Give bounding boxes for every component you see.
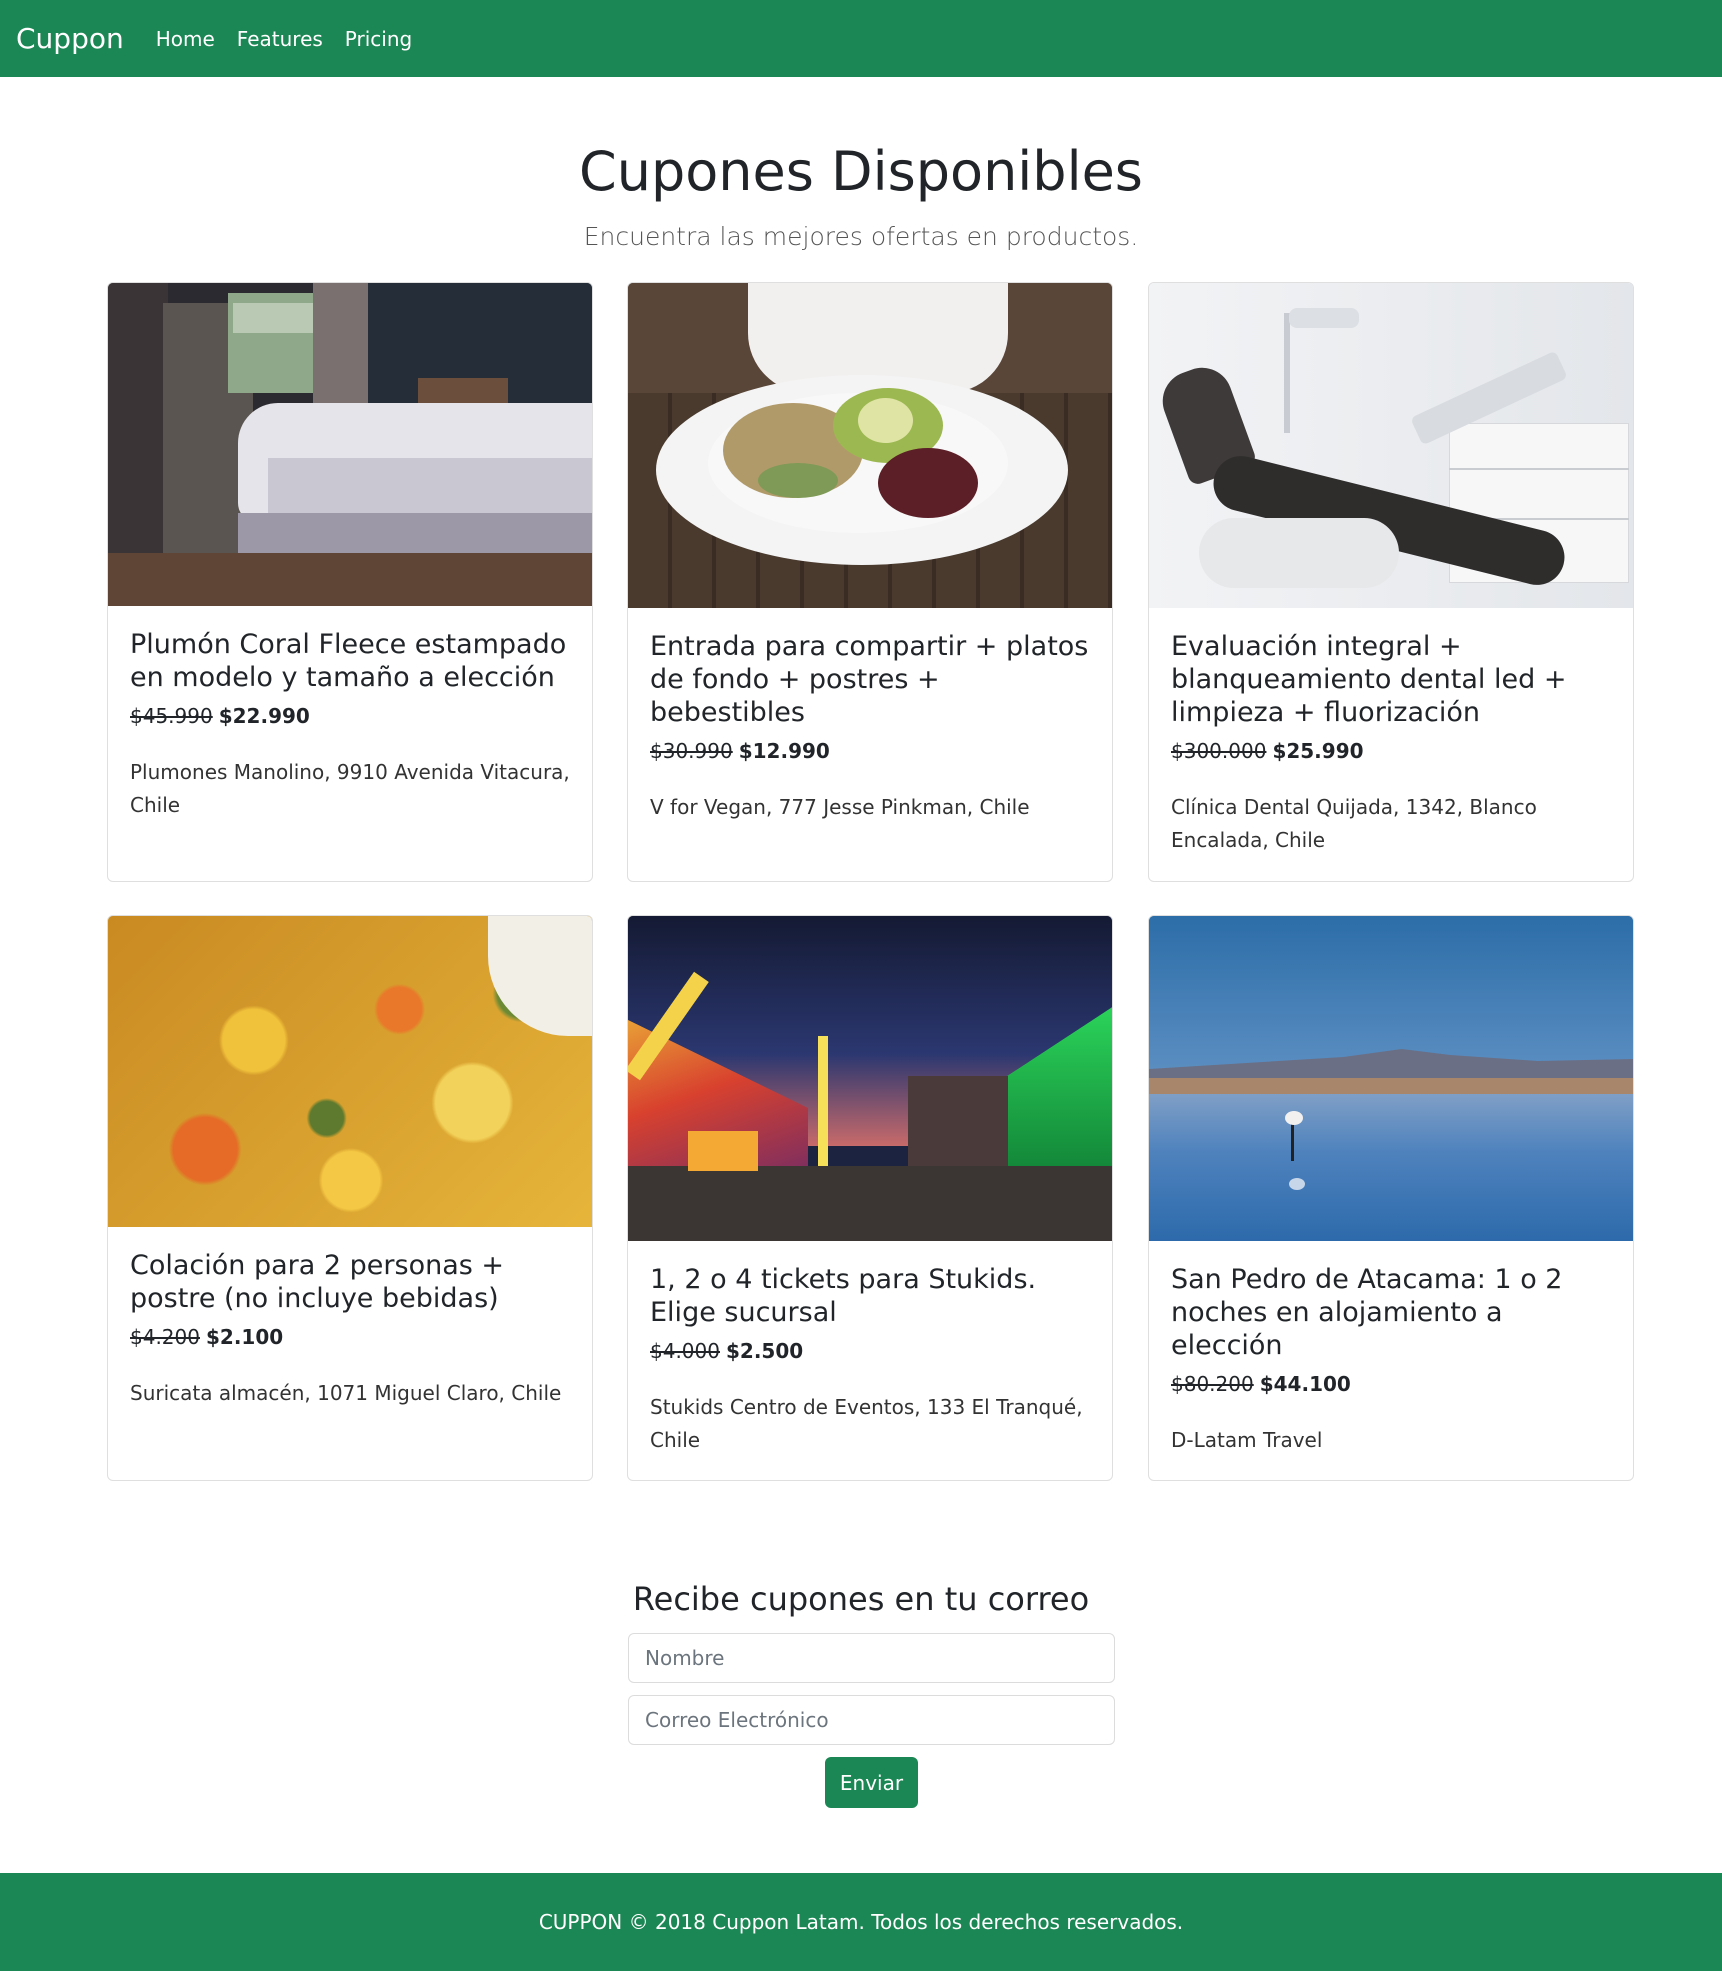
nav-link-pricing[interactable]: Pricing xyxy=(345,27,412,51)
coupon-location: D-Latam Travel xyxy=(1171,1428,1323,1452)
old-price: $4.200 xyxy=(130,1325,200,1349)
coupon-location: Clínica Dental Quijada, 1342, Blanco Enc… xyxy=(1171,795,1537,852)
coupon-title: Colación para 2 personas + postre (no in… xyxy=(130,1250,505,1314)
coupon-location: Suricata almacén, 1071 Miguel Claro, Chi… xyxy=(130,1381,562,1405)
submit-button[interactable]: Enviar xyxy=(825,1757,918,1808)
bedroom-photo xyxy=(108,283,592,606)
page-title: Cupones Disponibles xyxy=(579,140,1143,203)
name-input[interactable] xyxy=(628,1633,1115,1683)
old-price: $4.000 xyxy=(650,1339,720,1363)
new-price: $25.990 xyxy=(1272,739,1364,763)
coupon-price: $30.990 $12.990 xyxy=(650,737,1090,765)
coupon-title: Evaluación integral + blanqueamiento den… xyxy=(1171,631,1567,728)
new-price: $12.990 xyxy=(738,739,830,763)
coupon-location: Plumones Manolino, 9910 Avenida Vitacura… xyxy=(130,760,570,817)
old-price: $300.000 xyxy=(1171,739,1267,763)
newsletter-title: Recibe cupones en tu correo xyxy=(632,1580,1090,1618)
brand-logo[interactable]: Cuppon xyxy=(16,22,124,55)
coupon-location: Stukids Centro de Eventos, 133 El Tranqu… xyxy=(650,1395,1083,1452)
coupon-card[interactable]: Entrada para compartir + platos de fondo… xyxy=(627,282,1113,882)
coupon-price: $4.200 $2.100 xyxy=(130,1323,570,1351)
new-price: $2.500 xyxy=(725,1339,804,1363)
email-input[interactable] xyxy=(628,1695,1115,1745)
coupon-title: Plumón Coral Fleece estampado en modelo … xyxy=(130,629,567,693)
coupon-location: V for Vegan, 777 Jesse Pinkman, Chile xyxy=(650,795,1030,819)
coupon-card[interactable]: San Pedro de Atacama: 1 o 2 noches en al… xyxy=(1148,915,1634,1481)
coupon-title: San Pedro de Atacama: 1 o 2 noches en al… xyxy=(1171,1264,1563,1361)
coupon-card[interactable]: Colación para 2 personas + postre (no in… xyxy=(107,915,593,1481)
coupon-title: Entrada para compartir + platos de fondo… xyxy=(650,631,1089,728)
old-price: $80.200 xyxy=(1171,1372,1254,1396)
old-price: $30.990 xyxy=(650,739,733,763)
coupon-price: $45.990 $22.990 xyxy=(130,702,570,730)
footer: CUPPON © 2018 Cuppon Latam. Todos los de… xyxy=(0,1873,1722,1971)
coupon-title: 1, 2 o 4 tickets para Stukids. Elige suc… xyxy=(650,1264,1037,1328)
coupon-price: $300.000 $25.990 xyxy=(1171,737,1611,765)
page-subtitle: Encuentra las mejores ofertas en product… xyxy=(583,222,1139,251)
navbar: Cuppon Home Features Pricing xyxy=(0,0,1722,77)
footer-text: CUPPON © 2018 Cuppon Latam. Todos los de… xyxy=(538,1910,1184,1934)
coupon-card[interactable]: Plumón Coral Fleece estampado en modelo … xyxy=(107,282,593,882)
nav-link-home[interactable]: Home xyxy=(156,27,215,51)
coupon-card[interactable]: 1, 2 o 4 tickets para Stukids. Elige suc… xyxy=(627,915,1113,1481)
food-dish-photo xyxy=(108,916,592,1227)
coupon-price: $80.200 $44.100 xyxy=(1171,1370,1611,1398)
new-price: $2.100 xyxy=(205,1325,284,1349)
amusement-park-photo xyxy=(628,916,1112,1241)
new-price: $22.990 xyxy=(218,704,310,728)
flamingo-lake-photo xyxy=(1149,916,1633,1241)
new-price: $44.100 xyxy=(1259,1372,1351,1396)
coupon-price: $4.000 $2.500 xyxy=(650,1337,1090,1365)
vegan-salad-photo xyxy=(628,283,1112,608)
dental-chair-photo xyxy=(1149,283,1633,608)
old-price: $45.990 xyxy=(130,704,213,728)
coupon-card[interactable]: Evaluación integral + blanqueamiento den… xyxy=(1148,282,1634,882)
nav-link-features[interactable]: Features xyxy=(237,27,323,51)
